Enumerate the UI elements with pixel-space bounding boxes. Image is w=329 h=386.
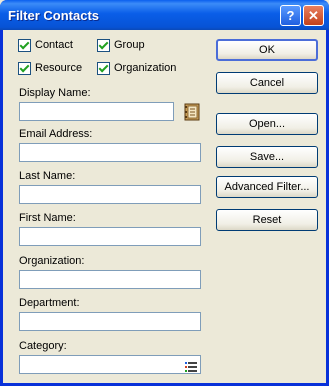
organization-input[interactable] [19, 270, 201, 289]
department-input[interactable] [19, 312, 201, 331]
first-name-input[interactable] [19, 227, 201, 246]
display-name-label: Display Name: [19, 87, 91, 99]
email-address-label: Email Address: [19, 128, 93, 140]
reset-button[interactable]: Reset [216, 209, 318, 231]
checkmark-icon[interactable] [97, 62, 110, 75]
resource-checkbox[interactable]: Resource [18, 62, 82, 76]
organization-label: Organization: [19, 255, 85, 267]
address-book-icon[interactable] [184, 103, 200, 121]
first-name-label: First Name: [19, 212, 76, 224]
title-bar[interactable]: Filter Contacts ? ✕ [0, 0, 329, 30]
checkmark-icon[interactable] [18, 62, 31, 75]
close-button[interactable]: ✕ [303, 5, 324, 26]
dialog-title: Filter Contacts [8, 8, 100, 23]
display-name-input[interactable] [19, 102, 174, 121]
group-checkbox[interactable]: Group [97, 39, 145, 53]
open-button[interactable]: Open... [216, 113, 318, 135]
save-button[interactable]: Save... [216, 146, 318, 168]
filter-contacts-dialog: Filter Contacts ? ✕ Contact Group Resour… [0, 0, 329, 386]
group-checkbox-label: Group [114, 39, 145, 51]
category-input[interactable] [19, 355, 201, 374]
help-button[interactable]: ? [280, 5, 301, 26]
checkmark-icon[interactable] [97, 39, 110, 52]
checkmark-icon[interactable] [18, 39, 31, 52]
category-list-icon[interactable] [185, 362, 197, 372]
cancel-button[interactable]: Cancel [216, 72, 318, 94]
contact-checkbox[interactable]: Contact [18, 39, 73, 53]
ok-button[interactable]: OK [216, 39, 318, 61]
last-name-label: Last Name: [19, 170, 76, 182]
department-label: Department: [19, 297, 80, 309]
organization-checkbox-label: Organization [114, 62, 177, 74]
dialog-content: Contact Group Resource Organization Disp… [3, 30, 326, 383]
last-name-input[interactable] [19, 185, 201, 204]
contact-checkbox-label: Contact [35, 39, 73, 51]
resource-checkbox-label: Resource [35, 62, 83, 74]
email-address-input[interactable] [19, 143, 201, 162]
category-label: Category: [19, 340, 67, 352]
advanced-filter-button[interactable]: Advanced Filter... [216, 176, 318, 198]
organization-checkbox[interactable]: Organization [97, 62, 176, 76]
